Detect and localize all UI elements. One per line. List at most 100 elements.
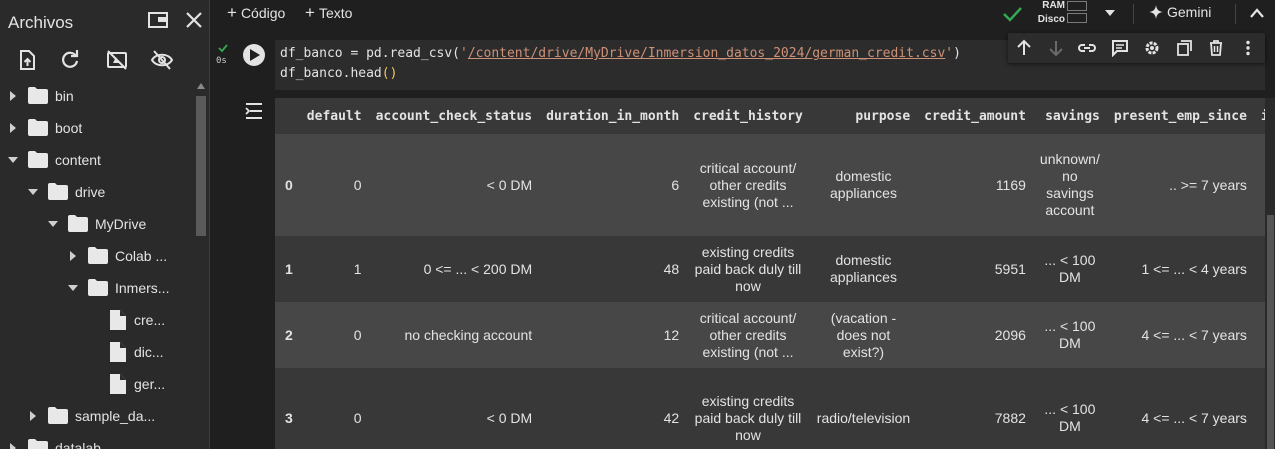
tree-folder-item[interactable]: Colab ...	[0, 240, 194, 272]
cell-text-line: appliances	[830, 269, 897, 285]
tree-folder-item[interactable]: sample_da...	[0, 400, 194, 432]
tree-item-label: boot	[55, 120, 83, 136]
table-cell: existing credits paid back duly till now	[686, 368, 810, 449]
table-cell: < 0 DM	[368, 368, 540, 449]
caret-right-icon[interactable]	[6, 121, 20, 135]
caret-down-icon[interactable]	[26, 185, 40, 199]
arrow-down-icon[interactable]	[1047, 39, 1065, 57]
tree-folder-item[interactable]: bin	[0, 80, 194, 112]
tree-folder-item[interactable]: Inmers...	[0, 272, 194, 304]
disk-label: Disco	[1037, 14, 1065, 25]
column-header: duration_in_month	[539, 98, 687, 134]
row-index: 3	[275, 368, 300, 449]
collapse-header-icon[interactable]	[1249, 6, 1265, 20]
table-cell: 1	[299, 236, 369, 302]
tree-item-label: dic...	[134, 344, 164, 360]
cell-text-line: domestic	[835, 252, 892, 268]
close-icon[interactable]	[182, 8, 206, 32]
tree-folder-item[interactable]: MyDrive	[0, 208, 194, 240]
caret-right-icon[interactable]	[6, 441, 20, 449]
output-scrollbar-thumb[interactable]	[1267, 215, 1274, 449]
file-icon	[110, 374, 126, 394]
more-vert-icon[interactable]	[1239, 39, 1257, 57]
table-cell: 0	[299, 368, 369, 449]
sidebar-scrollbar-thumb[interactable]	[196, 96, 206, 236]
row-index: 1	[275, 236, 300, 302]
scroll-up-arrow-icon[interactable]	[197, 83, 205, 89]
caret-right-icon[interactable]	[26, 409, 40, 423]
toolbar-divider	[1133, 4, 1134, 24]
tree-item-label: Colab ...	[115, 248, 168, 264]
connected-check-icon	[1003, 7, 1022, 22]
code-line-2: df_banco.head()	[280, 66, 398, 81]
folder-icon	[28, 119, 48, 136]
add-text-button[interactable]: + Texto	[305, 3, 352, 23]
comment-icon[interactable]	[1111, 39, 1129, 57]
refresh-icon[interactable]	[58, 48, 82, 72]
table-cell: 2096	[917, 302, 1033, 368]
column-header: credit_history	[686, 98, 810, 134]
cell-text-line: other credits	[709, 326, 787, 343]
row-index: 2	[275, 302, 300, 368]
cell-text-line: existing credits	[701, 243, 795, 260]
ram-meter	[1067, 1, 1087, 11]
tree-file-item[interactable]: cre...	[0, 304, 194, 336]
cell-text-line: appliances	[830, 185, 897, 201]
table-cell: 1169	[917, 134, 1033, 236]
table-cell-clipped	[1253, 368, 1265, 449]
tree-folder-item[interactable]: drive	[0, 176, 194, 208]
hide-hidden-files-icon[interactable]	[150, 48, 174, 72]
run-cell-button[interactable]	[243, 44, 265, 66]
cell-toolbar	[1008, 33, 1265, 63]
tree-item-label: drive	[75, 184, 106, 200]
upload-file-icon[interactable]	[15, 48, 39, 72]
caret-right-icon[interactable]	[66, 249, 80, 263]
cell-text-line: unknown/	[1039, 151, 1100, 167]
unmount-drive-icon[interactable]	[105, 48, 129, 72]
arrow-up-icon[interactable]	[1015, 39, 1033, 57]
table-cell: critical account/other credits existing (…	[686, 134, 810, 236]
tree-folder-item[interactable]: datalab	[0, 432, 194, 449]
cell-text-line: existing (not ...	[702, 193, 794, 210]
tree-folder-item[interactable]: content	[0, 144, 194, 176]
cell-text-line: critical account/	[699, 159, 797, 176]
caret-down-icon[interactable]	[1104, 8, 1116, 18]
folder-icon	[68, 215, 88, 232]
file-icon	[110, 310, 126, 330]
open-in-tab-icon[interactable]	[146, 8, 170, 32]
disk-meter	[1067, 13, 1087, 23]
cell-success-check-icon	[218, 44, 228, 53]
tree-file-item[interactable]: dic...	[0, 336, 194, 368]
cell-text-line: DM	[1059, 418, 1081, 434]
plus-icon: +	[305, 3, 315, 22]
open-in-new-icon[interactable]	[1175, 39, 1193, 57]
folder-icon	[88, 279, 108, 296]
link-icon[interactable]	[1078, 39, 1096, 57]
cell-output: default account_check_status duration_in_m…	[275, 98, 1265, 449]
resource-labels[interactable]: RAM Disco	[1033, 0, 1065, 27]
trash-icon[interactable]	[1207, 39, 1225, 57]
table-cell: 7882	[917, 368, 1033, 449]
file-tree: bin boot content drive MyDrive Colab ... Inmer…	[0, 80, 194, 449]
tree-file-item[interactable]: ger...	[0, 368, 194, 400]
table-cell: no checking account	[368, 302, 540, 368]
gemini-button[interactable]: Gemini	[1149, 4, 1211, 20]
cell-text-line: exist?)	[842, 343, 885, 360]
column-header: present_emp_since	[1106, 98, 1254, 134]
resource-meters[interactable]	[1067, 1, 1087, 25]
output-actions-icon[interactable]	[244, 102, 264, 120]
caret-right-icon[interactable]	[6, 89, 20, 103]
column-header: savings	[1032, 98, 1107, 134]
add-code-button[interactable]: + Código	[227, 3, 285, 23]
file-icon	[110, 342, 126, 362]
caret-down-icon[interactable]	[6, 153, 20, 167]
tree-item-label: content	[55, 152, 101, 168]
gear-icon[interactable]	[1143, 39, 1161, 57]
caret-down-icon[interactable]	[66, 281, 80, 295]
tree-folder-item[interactable]: boot	[0, 112, 194, 144]
caret-down-icon[interactable]	[46, 217, 60, 231]
cell-exec-time: 0s	[216, 56, 227, 66]
table-row: 110 <= ... < 200 DM 48 existing credits pai…	[275, 236, 1265, 302]
table-cell: ... < 100 DM	[1032, 236, 1107, 302]
ram-label: RAM	[1042, 0, 1065, 11]
